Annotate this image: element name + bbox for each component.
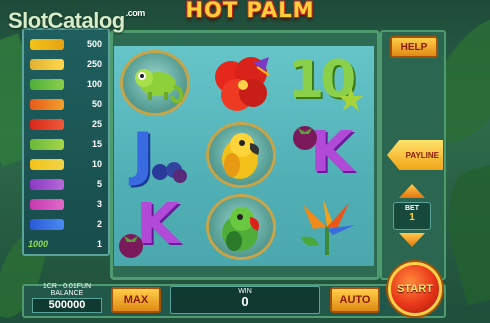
bird-of-paradise-flower-icon — [301, 199, 355, 255]
bet-display: BET 1 — [393, 202, 431, 230]
reel-column-2 — [202, 46, 288, 266]
paytable-row: 25 — [24, 114, 108, 134]
start-spin-button[interactable]: START — [388, 262, 442, 316]
win-value: 0 — [241, 294, 249, 309]
bet-label: BET — [405, 205, 419, 212]
payout-value: 10 — [91, 159, 102, 169]
five-q-symbols-icon — [30, 198, 64, 210]
payout-value: 50 — [91, 99, 102, 109]
five-ten-symbols-icon — [30, 138, 64, 150]
starfruit-icon — [339, 87, 363, 111]
watermark-text: SlotCatalog — [8, 8, 125, 33]
five-chameleon-symbols-icon — [30, 78, 64, 90]
hibiscus-flower-icon — [215, 57, 270, 111]
paytable-row: 2 — [24, 214, 108, 234]
payout-value: 3 — [96, 199, 102, 209]
five-flower-symbols-icon — [30, 98, 64, 110]
number-10-symbol: 10 — [288, 48, 368, 118]
paytable-row: 100 — [24, 74, 108, 94]
mangosteen-icon — [119, 234, 143, 258]
hibiscus-symbol — [202, 48, 282, 118]
five-j-symbols-icon — [30, 218, 64, 230]
watermark-suffix: .com — [125, 8, 146, 18]
balance-value: 500000 — [32, 298, 102, 313]
letter-k-symbol: K — [116, 192, 196, 264]
bet-value: 1 — [409, 212, 415, 223]
payout-value: 5 — [96, 179, 102, 189]
paytable-row: 5 — [24, 174, 108, 194]
five-banana-symbols-icon — [30, 158, 64, 170]
paytable-row: 250 — [24, 54, 108, 74]
balance-panel: 1CR - 0.01FUN BALANCE 500000 — [26, 283, 108, 319]
paytable-row: 15 — [24, 134, 108, 154]
paytable: 500 250 100 50 25 15 10 5 3 2 1000 1 — [22, 28, 110, 256]
paytable-row: 1000 1 — [24, 234, 108, 254]
payout-value: 25 — [91, 119, 102, 129]
five-k-symbols-icon — [30, 178, 64, 190]
chameleon-symbol — [116, 48, 196, 118]
blueberries-icon — [152, 162, 187, 183]
balance-label: BALANCE — [50, 290, 84, 297]
reel-column-1: J K — [116, 46, 202, 266]
five-ten-symbols-text: 1000 — [28, 239, 49, 249]
yellow-parrot-symbol — [202, 120, 282, 190]
payout-value: 100 — [86, 79, 102, 89]
green-parrot-icon — [222, 207, 259, 251]
payout-value: 15 — [91, 139, 102, 149]
autoplay-button[interactable]: AUTO — [330, 287, 380, 313]
five-parrot-symbols-icon — [30, 58, 64, 70]
letter-k-symbol: K — [288, 120, 368, 192]
reel-column-3: 10 K — [288, 46, 374, 266]
coin-range: 1CR - 0.01FUN — [42, 283, 92, 290]
chameleon-icon — [135, 69, 184, 104]
max-bet-button[interactable]: MAX — [111, 287, 161, 313]
mangosteen-icon — [293, 126, 317, 150]
help-button[interactable]: HELP — [390, 36, 438, 58]
yellow-parrot-icon — [222, 133, 259, 179]
paytable-row: 10 — [24, 154, 108, 174]
green-parrot-symbol — [202, 192, 282, 262]
payout-value: 500 — [86, 39, 102, 49]
payout-value: 1 — [96, 239, 102, 249]
game-title: HOT PALM — [185, 0, 315, 22]
win-panel: WIN 0 — [170, 286, 320, 314]
paytable-row: 500 — [24, 34, 108, 54]
payout-value: 250 — [86, 59, 102, 69]
paytable-row: 50 — [24, 94, 108, 114]
letter-j-symbol: J — [116, 120, 196, 192]
payout-value: 2 — [96, 219, 102, 229]
bird-of-paradise-symbol — [288, 192, 368, 262]
five-hibiscus-symbols-icon — [30, 118, 64, 130]
five-yellow-symbols-icon — [30, 38, 64, 50]
paytable-row: 3 — [24, 194, 108, 214]
slotcatalog-watermark-logo: SlotCatalog.com — [8, 8, 145, 34]
